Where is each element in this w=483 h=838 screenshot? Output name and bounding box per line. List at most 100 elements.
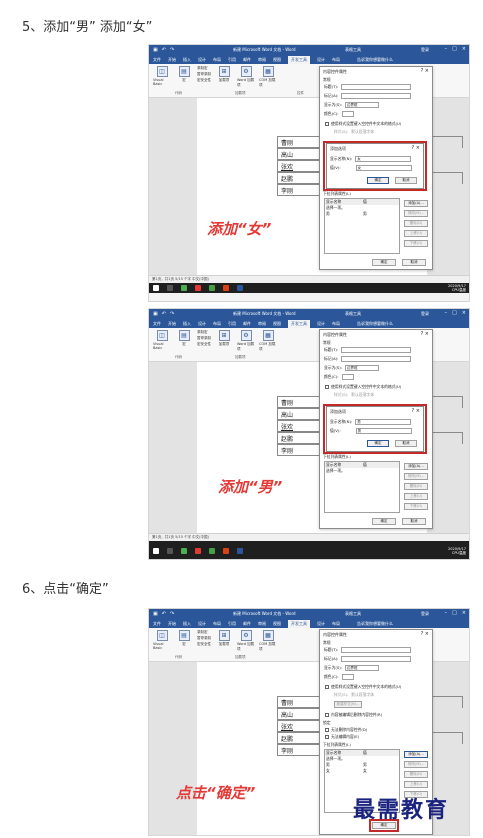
tab-references[interactable]: 引用 <box>228 57 236 63</box>
title-input[interactable] <box>341 84 412 90</box>
title-input[interactable] <box>341 347 412 353</box>
word-addin-button[interactable]: ⚙ Word 加载项 <box>237 630 255 652</box>
modify-button[interactable]: 修改(M)... <box>404 473 428 480</box>
word-addin-button[interactable]: ⚙ Word 加载项 <box>237 330 255 352</box>
show-as-select[interactable]: 边界框 <box>345 102 380 108</box>
tab-table-design[interactable]: 设计 <box>317 321 325 327</box>
redo-icon[interactable]: ↷ <box>170 47 174 53</box>
delete-button[interactable]: 删除(D) <box>404 220 428 227</box>
remove-checkbox[interactable] <box>325 713 329 717</box>
tab-table-layout[interactable]: 布局 <box>332 321 340 327</box>
login-link[interactable]: 登录 <box>421 311 429 317</box>
word-icon[interactable] <box>237 285 243 291</box>
record-macro-button[interactable]: 录制宏 <box>197 630 211 635</box>
tab-insert[interactable]: 插入 <box>183 57 191 63</box>
tab-mailings[interactable]: 邮件 <box>243 621 251 627</box>
color-picker[interactable] <box>341 374 354 380</box>
windows-icon[interactable] <box>153 285 159 291</box>
tab-table-layout[interactable]: 布局 <box>332 621 340 627</box>
tab-view[interactable]: 视图 <box>273 321 281 327</box>
app-icon[interactable] <box>195 548 201 554</box>
delete-button[interactable]: 删除(D) <box>404 771 428 778</box>
tab-review[interactable]: 审阅 <box>258 57 266 63</box>
modify-button[interactable]: 修改(M)... <box>404 210 428 217</box>
word-addin-button[interactable]: ⚙ Word 加载项 <box>237 66 255 88</box>
tab-mailings[interactable]: 邮件 <box>243 321 251 327</box>
maximize-icon[interactable]: □ <box>452 310 457 316</box>
redo-icon[interactable]: ↷ <box>170 611 174 617</box>
tab-insert[interactable]: 插入 <box>183 321 191 327</box>
save-icon[interactable]: ▣ <box>153 47 158 53</box>
move-up-button[interactable]: 上移(U) <box>404 781 428 788</box>
tab-view[interactable]: 视图 <box>273 621 281 627</box>
record-macro-button[interactable]: 录制宏 <box>197 330 211 335</box>
tab-developer[interactable]: 开发工具 <box>288 55 310 64</box>
tab-home[interactable]: 开始 <box>168 621 176 627</box>
app-icon[interactable] <box>195 285 201 291</box>
list-item[interactable]: 选择一项。 <box>325 468 399 474</box>
maximize-icon[interactable]: □ <box>452 610 457 616</box>
tab-design[interactable]: 设计 <box>198 57 206 63</box>
minimize-icon[interactable]: – <box>445 46 448 52</box>
minimize-icon[interactable]: – <box>445 610 448 616</box>
tab-insert[interactable]: 插入 <box>183 621 191 627</box>
tab-file[interactable]: 文件 <box>153 621 161 627</box>
dialog-close-icon[interactable]: ? × <box>421 331 429 337</box>
minimize-icon[interactable]: – <box>445 310 448 316</box>
move-down-button[interactable]: 下移(O) <box>404 240 428 247</box>
tab-table-layout[interactable]: 布局 <box>332 57 340 63</box>
tab-references[interactable]: 引用 <box>228 321 236 327</box>
macro-security-button[interactable]: 宏安全性 <box>197 642 211 647</box>
pause-record-button[interactable]: 暂停录制 <box>197 72 211 77</box>
save-icon[interactable]: ▣ <box>153 311 158 317</box>
add-button[interactable]: 添加(A)... <box>404 200 428 207</box>
tag-input[interactable] <box>341 93 412 99</box>
delete-button[interactable]: 删除(D) <box>404 483 428 490</box>
move-up-button[interactable]: 上移(U) <box>404 230 428 237</box>
tab-references[interactable]: 引用 <box>228 621 236 627</box>
undo-icon[interactable]: ↶ <box>162 311 166 317</box>
cancel-button[interactable]: 取消 <box>402 518 426 525</box>
undo-icon[interactable]: ↶ <box>162 611 166 617</box>
pause-record-button[interactable]: 暂停录制 <box>197 636 211 641</box>
word-icon[interactable] <box>237 548 243 554</box>
macro-button[interactable]: ▤ 宏 <box>175 630 193 647</box>
undo-icon[interactable]: ↶ <box>162 47 166 53</box>
com-addin-button[interactable]: ▦ COM 加载项 <box>259 330 277 352</box>
close-icon[interactable]: × <box>462 46 466 52</box>
excel-icon[interactable] <box>209 285 215 291</box>
redo-icon[interactable]: ↷ <box>170 311 174 317</box>
lock-edit-checkbox[interactable] <box>325 735 329 739</box>
record-macro-button[interactable]: 录制宏 <box>197 66 211 71</box>
addin-button[interactable]: ⊞ 加载项 <box>215 330 233 347</box>
windows-icon[interactable] <box>153 548 159 554</box>
tab-developer[interactable]: 开发工具 <box>288 319 310 328</box>
close-icon[interactable]: × <box>462 310 466 316</box>
app-icon[interactable] <box>181 285 187 291</box>
pause-record-button[interactable]: 暂停录制 <box>197 336 211 341</box>
com-addin-button[interactable]: ▦ COM 加载项 <box>259 630 277 652</box>
add-button[interactable]: 添加(A)... <box>404 751 428 758</box>
move-down-button[interactable]: 下移(O) <box>404 503 428 510</box>
tag-input[interactable] <box>341 656 412 662</box>
tell-me-box[interactable]: 告诉我你想要做什么 <box>357 321 393 327</box>
add-button[interactable]: 添加(A)... <box>404 463 428 470</box>
tab-view[interactable]: 视图 <box>273 57 281 63</box>
tab-layout[interactable]: 布局 <box>213 57 221 63</box>
tab-developer[interactable]: 开发工具 <box>288 619 310 628</box>
tell-me-box[interactable]: 告诉我你想要做什么 <box>357 621 393 627</box>
tab-layout[interactable]: 布局 <box>213 321 221 327</box>
list-item[interactable]: 男男 <box>325 211 399 217</box>
modify-button[interactable]: 修改(M)... <box>404 761 428 768</box>
style-select[interactable]: 默认段落字体 <box>351 392 374 398</box>
style-checkbox[interactable] <box>325 122 329 126</box>
maximize-icon[interactable]: □ <box>452 46 457 52</box>
macro-button[interactable]: ▤ 宏 <box>175 330 193 347</box>
dialog-close-icon[interactable]: ? × <box>421 68 429 74</box>
color-picker[interactable] <box>341 111 354 117</box>
search-icon[interactable] <box>167 548 173 554</box>
list-item[interactable]: 女女 <box>325 768 399 774</box>
visual-basic-button[interactable]: ◫ Visual Basic <box>153 330 171 350</box>
dialog-close-icon[interactable]: ? × <box>421 631 429 637</box>
search-icon[interactable] <box>167 285 173 291</box>
